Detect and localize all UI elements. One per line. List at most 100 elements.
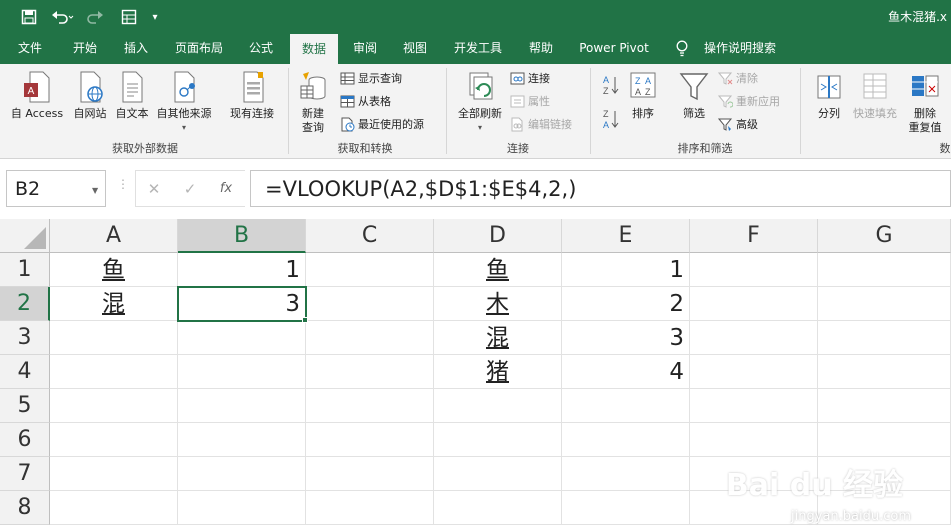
cell-a6[interactable]	[50, 423, 178, 457]
name-box[interactable]: B2	[6, 170, 106, 207]
cell-b6[interactable]	[178, 423, 306, 457]
existing-connections-button[interactable]: 现有连接	[224, 70, 280, 121]
tab-data[interactable]: 数据	[290, 34, 338, 64]
recent-sources-button[interactable]: 最近使用的源	[340, 115, 424, 133]
cell-d1[interactable]: 鱼	[434, 253, 562, 287]
cancel-icon[interactable]: ✕	[136, 180, 172, 198]
cell-d2[interactable]: 木	[434, 287, 562, 321]
cell-c5[interactable]	[306, 389, 434, 423]
cell-e2[interactable]: 2	[562, 287, 690, 321]
row-header-1[interactable]: 1	[0, 253, 50, 287]
save-icon[interactable]	[18, 7, 40, 27]
customize-qat-button[interactable]: ▾	[148, 7, 162, 27]
enter-icon[interactable]: ✓	[172, 180, 208, 198]
cell-b7[interactable]	[178, 457, 306, 491]
cell-d6[interactable]	[434, 423, 562, 457]
cell-f2[interactable]	[690, 287, 818, 321]
properties-button[interactable]: 属性	[510, 92, 550, 110]
cell-g2[interactable]	[818, 287, 951, 321]
tab-review[interactable]: 审阅	[342, 34, 388, 64]
cell-e7[interactable]	[562, 457, 690, 491]
tab-home[interactable]: 开始	[62, 34, 108, 64]
cell-f5[interactable]	[690, 389, 818, 423]
cell-d8[interactable]	[434, 491, 562, 525]
form-icon[interactable]	[118, 7, 140, 27]
column-header-d[interactable]: D	[434, 219, 562, 253]
from-access-button[interactable]: A 自 Access	[6, 70, 68, 121]
connections-button[interactable]: 连接	[510, 69, 550, 87]
advanced-filter-button[interactable]: 高级	[718, 115, 758, 133]
row-header-4[interactable]: 4	[0, 355, 50, 389]
cell-b8[interactable]	[178, 491, 306, 525]
cell-e8[interactable]	[562, 491, 690, 525]
show-queries-button[interactable]: 显示查询	[340, 69, 402, 87]
tab-file[interactable]: 文件	[4, 34, 56, 64]
cell-f1[interactable]	[690, 253, 818, 287]
cell-d3[interactable]: 混	[434, 321, 562, 355]
clear-filter-button[interactable]: 清除	[718, 69, 758, 87]
cell-c2[interactable]	[306, 287, 434, 321]
cell-f3[interactable]	[690, 321, 818, 355]
from-web-button[interactable]: 自网站	[68, 70, 112, 121]
cell-e4[interactable]: 4	[562, 355, 690, 389]
edit-links-button[interactable]: 编辑链接	[510, 115, 572, 133]
cell-a5[interactable]	[50, 389, 178, 423]
remove-duplicates-button[interactable]: 删除 重复值	[902, 70, 948, 135]
cell-g1[interactable]	[818, 253, 951, 287]
tab-developer[interactable]: 开发工具	[446, 34, 510, 64]
refresh-all-button[interactable]: 全部刷新 ▾	[452, 70, 508, 135]
from-text-button[interactable]: 自文本	[112, 70, 152, 121]
cell-c4[interactable]	[306, 355, 434, 389]
row-header-2[interactable]: 2	[0, 287, 50, 321]
column-header-f[interactable]: F	[690, 219, 818, 253]
undo-icon[interactable]	[48, 7, 78, 27]
from-other-sources-button[interactable]: 自其他来源 ▾	[152, 70, 216, 135]
cell-b5[interactable]	[178, 389, 306, 423]
cell-c7[interactable]	[306, 457, 434, 491]
worksheet-grid[interactable]: A B C D E F G 1 2 3 4 5 6 7 8 鱼 1 鱼 1 混 3 木 2 混 3…	[0, 219, 951, 526]
cell-a3[interactable]	[50, 321, 178, 355]
sort-ascending-button[interactable]: AZ	[602, 74, 620, 96]
cell-g3[interactable]	[818, 321, 951, 355]
column-header-b[interactable]: B	[178, 219, 306, 253]
cell-c8[interactable]	[306, 491, 434, 525]
cell-c1[interactable]	[306, 253, 434, 287]
redo-icon[interactable]	[84, 7, 110, 27]
cell-e5[interactable]	[562, 389, 690, 423]
tab-formulas[interactable]: 公式	[238, 34, 284, 64]
cell-b3[interactable]	[178, 321, 306, 355]
text-to-columns-button[interactable]: 分列	[810, 70, 848, 121]
cell-a1[interactable]: 鱼	[50, 253, 178, 287]
tell-me-search[interactable]: 操作说明搜索	[700, 34, 780, 64]
row-header-7[interactable]: 7	[0, 457, 50, 491]
from-table-button[interactable]: 从表格	[340, 92, 391, 110]
cell-c6[interactable]	[306, 423, 434, 457]
cell-d7[interactable]	[434, 457, 562, 491]
cell-b2[interactable]: 3	[178, 287, 306, 321]
tab-page-layout[interactable]: 页面布局	[166, 34, 232, 64]
row-header-5[interactable]: 5	[0, 389, 50, 423]
column-header-g[interactable]: G	[818, 219, 951, 253]
cell-g5[interactable]	[818, 389, 951, 423]
column-header-a[interactable]: A	[50, 219, 178, 253]
column-header-c[interactable]: C	[306, 219, 434, 253]
cell-c3[interactable]	[306, 321, 434, 355]
sort-descending-button[interactable]: ZA	[602, 108, 620, 130]
cell-e6[interactable]	[562, 423, 690, 457]
cell-a8[interactable]	[50, 491, 178, 525]
select-all-button[interactable]	[0, 219, 50, 253]
row-header-8[interactable]: 8	[0, 491, 50, 525]
cell-e1[interactable]: 1	[562, 253, 690, 287]
name-box-dropdown-icon[interactable]: ▼	[92, 186, 98, 195]
tab-insert[interactable]: 插入	[113, 34, 159, 64]
cell-a2[interactable]: 混	[50, 287, 178, 321]
lightbulb-icon[interactable]	[672, 34, 692, 64]
cell-d5[interactable]	[434, 389, 562, 423]
tab-view[interactable]: 视图	[392, 34, 438, 64]
insert-function-icon[interactable]: fx	[208, 181, 244, 196]
row-header-3[interactable]: 3	[0, 321, 50, 355]
cell-d4[interactable]: 猪	[434, 355, 562, 389]
row-header-6[interactable]: 6	[0, 423, 50, 457]
cell-a4[interactable]	[50, 355, 178, 389]
cell-e3[interactable]: 3	[562, 321, 690, 355]
